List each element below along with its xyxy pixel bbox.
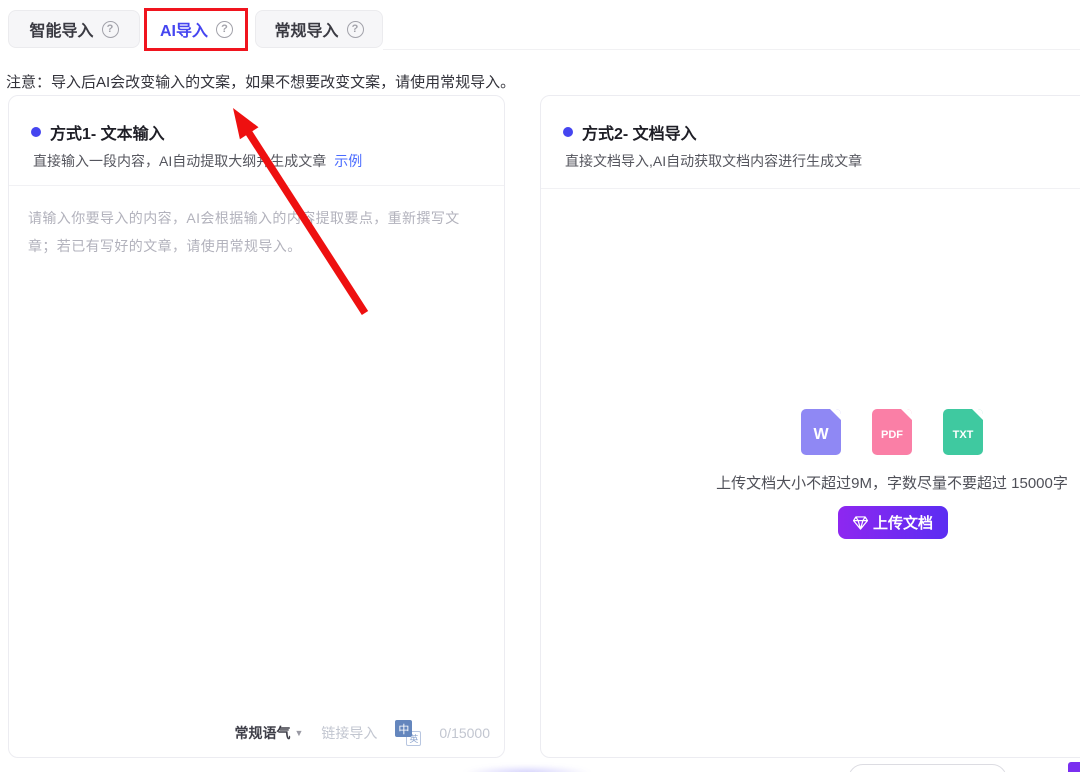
tabbar-bottom-border <box>383 49 1080 50</box>
help-icon[interactable]: ? <box>216 21 233 38</box>
tab-smart-import-label: 智能导入 <box>29 17 93 41</box>
translate-icon[interactable]: 中 英 <box>395 720 421 746</box>
bullet-dot-icon <box>31 127 41 137</box>
method1-subtitle: 直接输入一段内容，AI自动提取大纲并生成文章示例 <box>9 144 504 171</box>
help-icon[interactable]: ? <box>347 21 364 38</box>
tone-selector[interactable]: 常规语气 ▼ <box>234 723 303 743</box>
chevron-down-icon: ▼ <box>294 728 303 738</box>
txt-file-icon: TXT <box>943 409 983 455</box>
method2-title: 方式2- 文档导入 <box>582 120 697 144</box>
tab-regular-import[interactable]: 常规导入 ? <box>255 10 383 48</box>
upload-document-label: 上传文档 <box>873 512 933 533</box>
bottom-corner-button[interactable] <box>1068 762 1080 772</box>
tab-regular-import-label: 常规导入 <box>274 17 338 41</box>
link-import-button[interactable]: 链接导入 <box>321 723 377 743</box>
method2-header: 方式2- 文档导入 直接文档导入,AI自动获取文档内容进行生成文章 <box>541 96 1080 189</box>
word-file-icon: W <box>801 409 841 455</box>
method1-title: 方式1- 文本输入 <box>50 120 165 144</box>
tone-selector-label: 常规语气 <box>234 723 290 743</box>
upload-document-button[interactable]: 上传文档 <box>838 506 948 539</box>
pdf-file-icon: PDF <box>872 409 912 455</box>
translate-zh-label: 中 <box>395 720 412 737</box>
gem-icon <box>853 516 868 530</box>
tab-smart-import[interactable]: 智能导入 ? <box>8 10 140 48</box>
example-link[interactable]: 示例 <box>334 153 362 169</box>
tab-ai-import[interactable]: AI导入 ? <box>150 10 243 48</box>
upload-hint-text: 上传文档大小不超过9M，字数尽量不要超过 15000字 <box>541 472 1080 493</box>
bottom-secondary-button[interactable] <box>848 764 1007 772</box>
method1-header: 方式1- 文本输入 直接输入一段内容，AI自动提取大纲并生成文章示例 <box>9 96 504 186</box>
method2-subtitle: 直接文档导入,AI自动获取文档内容进行生成文章 <box>541 144 1080 171</box>
method1-toolbar: 常规语气 ▼ 链接导入 中 英 0/15000 <box>234 720 490 746</box>
notice-text: 注意：导入后AI会改变输入的文案，如果不想要改变文案，请使用常规导入。 <box>6 71 515 92</box>
import-content-textarea[interactable] <box>9 186 504 616</box>
tab-ai-import-label: AI导入 <box>160 17 208 41</box>
char-counter: 0/15000 <box>439 725 490 741</box>
bottom-button-glow <box>462 765 592 772</box>
method1-text-input-panel: 方式1- 文本输入 直接输入一段内容，AI自动提取大纲并生成文章示例 常规语气 … <box>8 95 505 758</box>
bullet-dot-icon <box>563 127 573 137</box>
method2-doc-import-panel: 方式2- 文档导入 直接文档导入,AI自动获取文档内容进行生成文章 W PDF … <box>540 95 1080 758</box>
help-icon[interactable]: ? <box>102 21 119 38</box>
file-type-badges: W PDF TXT <box>801 409 983 455</box>
